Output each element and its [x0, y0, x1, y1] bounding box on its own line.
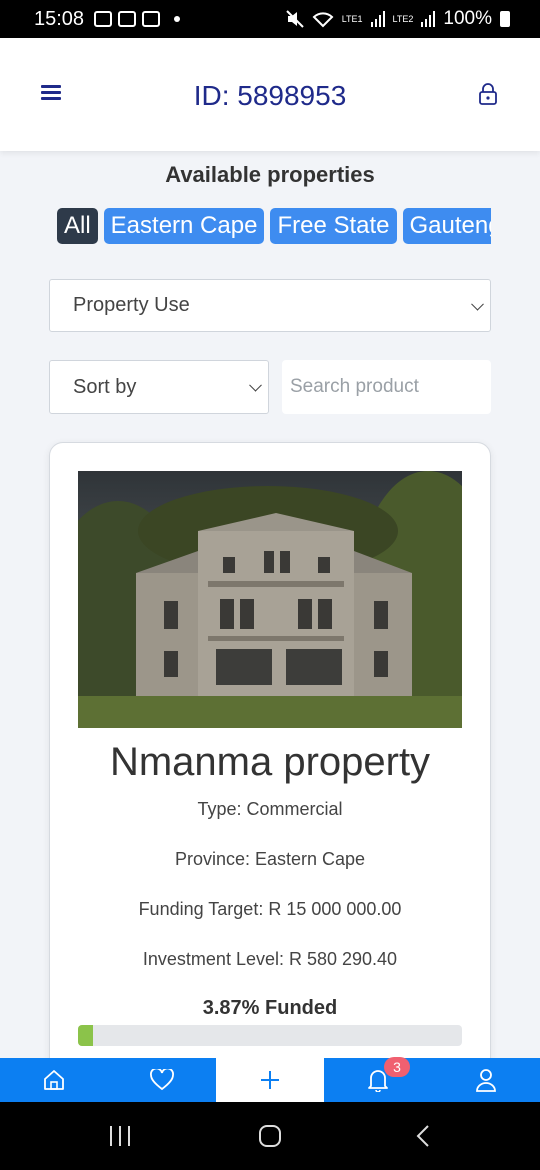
outlook-icon	[118, 11, 137, 27]
wifi-icon	[312, 12, 334, 28]
heart-icon	[150, 1069, 174, 1091]
nav-favorites[interactable]	[108, 1058, 216, 1102]
funding-progress-fill	[78, 1025, 94, 1046]
plus-icon	[261, 1071, 279, 1089]
property-type: Type: Commercial	[197, 799, 343, 819]
app-header: ID: 5898953	[0, 38, 540, 151]
nav-home[interactable]	[0, 1058, 108, 1102]
province-filter-bar: All Eastern Cape Free State Gauteng	[57, 208, 491, 244]
bottom-navigation: 3	[0, 1057, 540, 1102]
status-time: 15:08	[34, 7, 85, 30]
recent-apps-icon[interactable]	[108, 1124, 132, 1148]
chevron-down-icon	[471, 297, 484, 311]
property-use-label: Property Use	[73, 294, 190, 316]
property-name: Nmanma property	[109, 740, 431, 784]
page-title: Available properties	[165, 162, 375, 187]
teams-icon	[142, 11, 161, 27]
signal-2-icon	[421, 11, 436, 27]
province-chip-gauteng[interactable]: Gauteng	[402, 208, 491, 244]
status-right: LTE1 LTE2 100%	[285, 8, 510, 30]
mute-icon	[285, 10, 304, 28]
more-notifications-icon	[174, 16, 181, 22]
user-id: ID: 5898953	[193, 80, 347, 111]
investment-level: Investment Level: R 580 290.40	[142, 949, 398, 969]
user-icon	[476, 1069, 496, 1092]
nav-notifications[interactable]: 3	[324, 1057, 432, 1102]
battery-icon	[500, 11, 510, 27]
sort-by-select[interactable]: Sort by	[49, 360, 269, 414]
province-chip-all[interactable]: All	[57, 208, 98, 244]
battery-percent: 100%	[443, 8, 492, 29]
search-input[interactable]	[282, 360, 491, 414]
property-card[interactable]: Nmanma property Type: Commercial Provinc…	[49, 442, 491, 1082]
province-chip-free-state[interactable]: Free State	[270, 208, 397, 244]
property-use-select[interactable]: Property Use	[49, 279, 491, 332]
property-province: Province: Eastern Cape	[174, 849, 366, 869]
province-chip-eastern-cape[interactable]: Eastern Cape	[103, 208, 265, 244]
lock-icon[interactable]	[478, 82, 498, 106]
gallery-icon	[94, 11, 113, 27]
chevron-down-icon	[249, 378, 262, 392]
nav-profile[interactable]	[432, 1058, 540, 1102]
home-button-icon[interactable]	[258, 1124, 282, 1148]
sort-by-label: Sort by	[73, 375, 137, 398]
network-2-label: LTE2	[392, 13, 414, 24]
funded-percentage: 3.87% Funded	[202, 997, 338, 1019]
system-navigation-bar	[0, 1102, 540, 1170]
property-image	[78, 471, 462, 728]
notification-icons	[94, 11, 181, 27]
notification-badge: 3	[384, 1057, 410, 1077]
nav-add[interactable]	[216, 1058, 324, 1102]
funding-target: Funding Target: R 15 000 000.00	[138, 899, 402, 919]
funding-progress-bar	[78, 1025, 462, 1046]
signal-1-icon	[370, 11, 385, 27]
back-icon[interactable]	[414, 1124, 432, 1148]
network-1-label: LTE1	[341, 13, 363, 24]
home-icon	[44, 1070, 64, 1090]
status-bar: 15:08 LTE1 LTE2 100%	[0, 0, 540, 38]
